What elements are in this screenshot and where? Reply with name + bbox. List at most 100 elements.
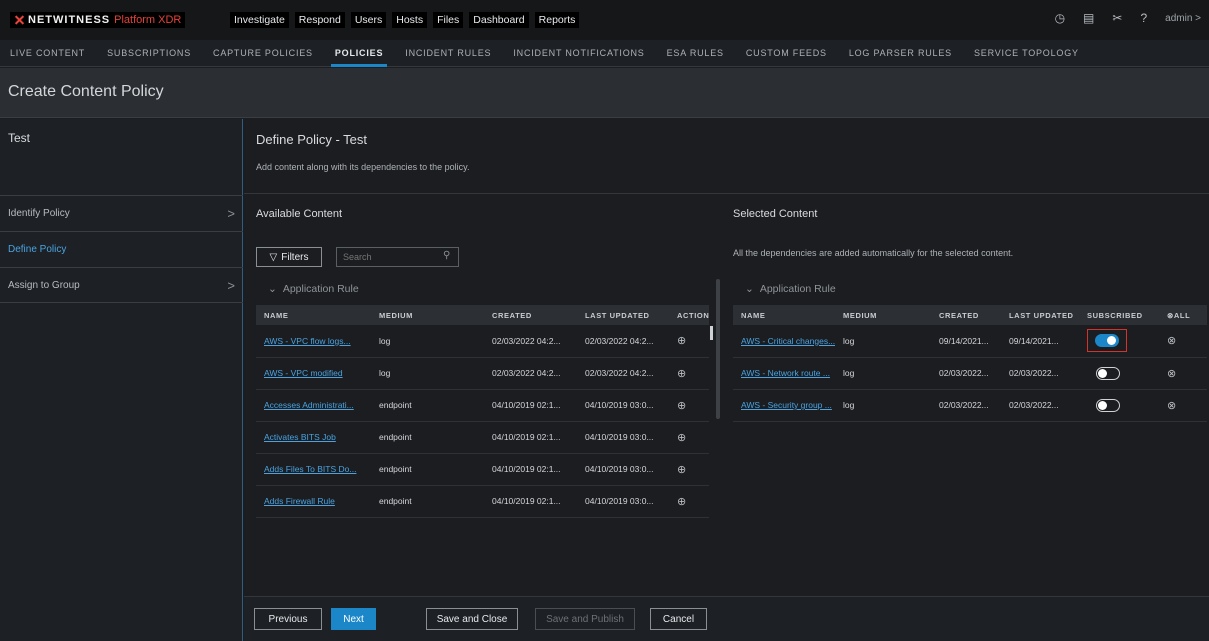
add-icon[interactable]: ⊕ <box>669 325 709 358</box>
save-and-close-button[interactable]: Save and Close <box>426 608 518 630</box>
topnav-files[interactable]: Files <box>433 12 464 28</box>
tab-incident-rules[interactable]: INCIDENT RULES <box>405 40 491 67</box>
pane-splitter[interactable] <box>716 279 720 419</box>
add-icon[interactable]: ⊕ <box>669 389 709 422</box>
col-medium[interactable]: MEDIUM <box>371 305 484 325</box>
cancel-button[interactable]: Cancel <box>650 608 707 630</box>
medium-cell: log <box>835 389 931 422</box>
step-identify-policy[interactable]: Identify Policy > <box>0 195 243 231</box>
search-input[interactable] <box>336 247 459 267</box>
medium-cell: endpoint <box>371 389 484 422</box>
highlight-box <box>1087 329 1127 353</box>
content-name-link[interactable]: Adds Files To BITS Do... <box>256 453 371 486</box>
content-name-link[interactable]: AWS - Network route ... <box>733 357 835 390</box>
content-name-link[interactable]: AWS - Critical changes... <box>733 325 835 358</box>
col-action: ACTION <box>669 305 709 325</box>
table-header-row: NAME MEDIUM CREATED LAST UPDATED ACTION <box>256 305 709 325</box>
created-cell: 02/03/2022... <box>931 389 1001 422</box>
toggle-knob <box>1098 400 1107 410</box>
top-nav: Investigate Respond Users Hosts Files Da… <box>230 12 580 28</box>
updated-cell: 02/03/2022... <box>1001 357 1079 390</box>
remove-icon[interactable]: ⊗ <box>1159 389 1207 422</box>
created-cell: 02/03/2022 04:2... <box>484 325 577 358</box>
toggle-knob <box>1107 336 1116 346</box>
col-created[interactable]: CREATED <box>931 305 1001 325</box>
save-and-publish-button[interactable]: Save and Publish <box>535 608 635 630</box>
search-icon[interactable]: ⚲ <box>443 250 450 261</box>
table-row: AWS - Critical changes... log 09/14/2021… <box>733 325 1207 358</box>
content-name-link[interactable]: Adds Firewall Rule <box>256 485 371 518</box>
step-label: Identify Policy <box>8 208 70 219</box>
table-row: Adds Files To BITS Do... endpoint 04/10/… <box>256 453 709 486</box>
table-scrollbar[interactable] <box>710 326 713 340</box>
tab-log-parser-rules[interactable]: LOG PARSER RULES <box>849 40 952 67</box>
subscribed-toggle[interactable] <box>1095 334 1119 348</box>
config-sub-nav: LIVE CONTENT SUBSCRIPTIONS CAPTURE POLIC… <box>0 40 1209 67</box>
topnav-investigate[interactable]: Investigate <box>230 12 289 28</box>
help-icon[interactable]: ? <box>1140 11 1147 25</box>
col-last-updated[interactable]: LAST UPDATED <box>1001 305 1079 325</box>
topnav-reports[interactable]: Reports <box>534 12 580 28</box>
content-name-link[interactable]: AWS - VPC modified <box>256 357 371 390</box>
medium-cell: log <box>371 357 484 390</box>
brand-product: Platform XDR <box>114 14 182 26</box>
subscribed-toggle[interactable] <box>1096 366 1120 380</box>
tab-custom-feeds[interactable]: CUSTOM FEEDS <box>746 40 827 67</box>
remove-icon[interactable]: ⊗ <box>1159 357 1207 390</box>
created-cell: 09/14/2021... <box>931 325 1001 358</box>
tab-subscriptions[interactable]: SUBSCRIPTIONS <box>107 40 191 67</box>
updated-cell: 04/10/2019 03:0... <box>577 485 669 518</box>
table-row: AWS - Network route ... log 02/03/2022..… <box>733 357 1207 390</box>
subscribed-toggle[interactable] <box>1096 398 1120 412</box>
add-icon[interactable]: ⊕ <box>669 357 709 390</box>
netwitness-logo-icon <box>14 15 24 25</box>
step-assign-to-group[interactable]: Assign to Group > <box>0 267 243 303</box>
notes-icon[interactable]: ▤ <box>1083 11 1094 25</box>
tab-capture-policies[interactable]: CAPTURE POLICIES <box>213 40 313 67</box>
col-name[interactable]: NAME <box>733 305 835 325</box>
medium-cell: log <box>835 357 931 390</box>
topnav-respond[interactable]: Respond <box>294 12 345 28</box>
medium-cell: endpoint <box>371 485 484 518</box>
filters-button[interactable]: ▽ Filters <box>256 247 322 267</box>
timer-icon[interactable]: ◷ <box>1055 11 1065 25</box>
updated-cell: 02/03/2022... <box>1001 389 1079 422</box>
tab-incident-notifications[interactable]: INCIDENT NOTIFICATIONS <box>513 40 644 67</box>
topnav-dashboard[interactable]: Dashboard <box>469 12 529 28</box>
medium-cell: log <box>371 325 484 358</box>
tools-icon[interactable]: ✂ <box>1112 11 1122 25</box>
updated-cell: 02/03/2022 04:2... <box>577 325 669 358</box>
tab-service-topology[interactable]: SERVICE TOPOLOGY <box>974 40 1079 67</box>
created-cell: 04/10/2019 02:1... <box>484 453 577 486</box>
divider <box>244 193 1209 194</box>
add-icon[interactable]: ⊕ <box>669 453 709 486</box>
available-group-header[interactable]: ⌄ Application Rule <box>268 283 359 295</box>
topnav-hosts[interactable]: Hosts <box>392 12 428 28</box>
content-name-link[interactable]: Activates BITS Job <box>256 421 371 454</box>
user-menu[interactable]: admin > <box>1165 13 1201 24</box>
tab-policies[interactable]: POLICIES <box>330 40 388 67</box>
selected-group-header[interactable]: ⌄ Application Rule <box>745 283 836 295</box>
add-icon[interactable]: ⊕ <box>669 485 709 518</box>
content-name-link[interactable]: Accesses Administrati... <box>256 389 371 422</box>
col-medium[interactable]: MEDIUM <box>835 305 931 325</box>
content-name-link[interactable]: AWS - Security group ... <box>733 389 835 422</box>
remove-icon[interactable]: ⊗ <box>1159 325 1207 358</box>
tab-live-content[interactable]: LIVE CONTENT <box>10 40 85 67</box>
topnav-users[interactable]: Users <box>350 12 387 28</box>
remove-all-button[interactable]: ⊗ALL <box>1159 305 1207 325</box>
step-label: Define Policy <box>8 244 67 255</box>
content-name-link[interactable]: AWS - VPC flow logs... <box>256 325 371 358</box>
next-button[interactable]: Next <box>331 608 376 630</box>
col-created[interactable]: CREATED <box>484 305 577 325</box>
add-icon[interactable]: ⊕ <box>669 421 709 454</box>
step-define-policy[interactable]: Define Policy <box>0 231 243 267</box>
col-last-updated[interactable]: LAST UPDATED <box>577 305 669 325</box>
brand-logo-area[interactable]: NETWITNESS Platform XDR <box>10 12 186 28</box>
toggle-knob <box>1098 368 1107 378</box>
col-name[interactable]: NAME <box>256 305 371 325</box>
wizard-footer: Previous Next Save and Close Save and Pu… <box>244 596 1209 641</box>
previous-button[interactable]: Previous <box>254 608 322 630</box>
filter-icon: ▽ <box>269 251 278 263</box>
tab-esa-rules[interactable]: ESA RULES <box>667 40 724 67</box>
